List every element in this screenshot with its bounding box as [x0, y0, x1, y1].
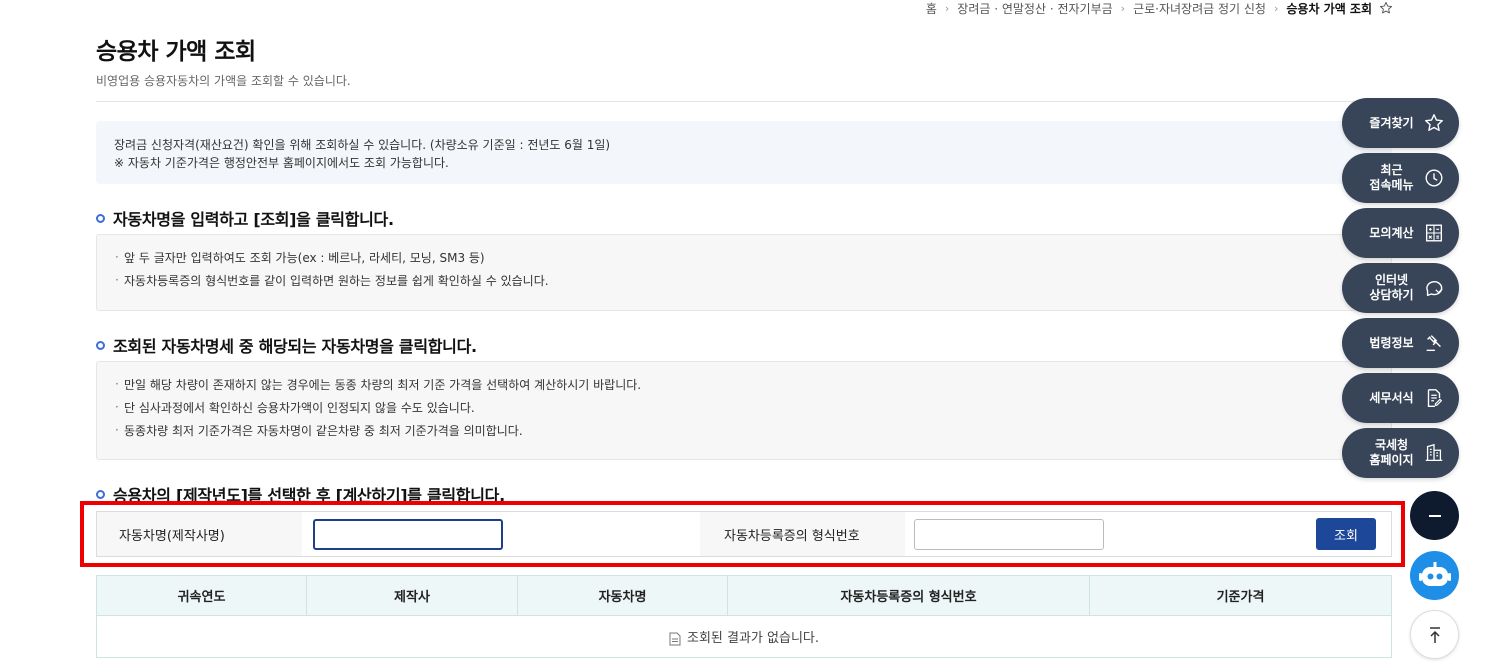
- col-maker: 제작사: [306, 575, 518, 616]
- title-area: 승용차 가액 조회 비영업용 승용자동차의 가액을 조회할 수 있습니다.: [96, 32, 1392, 102]
- quick-menu-law[interactable]: 법령정보: [1342, 318, 1459, 368]
- building-icon: [1425, 443, 1443, 461]
- chat-icon: [1426, 281, 1443, 297]
- step-3-title: 승용차의 [제작년도]를 선택한 후 [계산하기]를 클릭합니다.: [96, 482, 505, 506]
- car-name-input[interactable]: [313, 518, 503, 550]
- quick-menu-label: 법령정보: [1369, 335, 1414, 350]
- favorite-star-icon[interactable]: [1379, 1, 1393, 15]
- collapse-menu-button[interactable]: [1410, 491, 1459, 540]
- breadcrumb-regular-apply[interactable]: 근로·자녀장려금 정기 신청: [1133, 0, 1266, 17]
- col-year: 귀속연도: [96, 575, 307, 616]
- type-number-input[interactable]: [914, 518, 1104, 550]
- quick-menu-label: 모의계산: [1369, 225, 1414, 240]
- breadcrumb-current: 승용차 가액 조회: [1286, 1, 1372, 16]
- notice-line-1: 장려금 신청자격(재산요건) 확인을 위해 조회하실 수 있습니다. (차량소유…: [114, 138, 611, 152]
- step-1-info-item: 앞 두 글자만 입력하여도 조회 가능(ex : 베르나, 라세티, 모닝, S…: [115, 246, 1373, 270]
- clock-icon: [1425, 169, 1443, 187]
- quick-menu-label: 인터넷 상담하기: [1369, 273, 1414, 302]
- quick-menu-nts-home[interactable]: 국세청 홈페이지: [1342, 428, 1459, 478]
- step-1-info: 앞 두 글자만 입력하여도 조회 가능(ex : 베르나, 라세티, 모닝, S…: [96, 234, 1392, 311]
- quick-menu-tax-forms[interactable]: 세무서식: [1342, 373, 1459, 423]
- quick-menu-recent[interactable]: 최근 접속메뉴: [1342, 153, 1459, 203]
- empty-result-cell: 조회된 결과가 없습니다.: [96, 615, 1392, 658]
- col-type-number: 자동차등록증의 형식번호: [727, 575, 1090, 616]
- step-2-info-item: 만일 해당 차량이 존재하지 않는 경우에는 동종 차량의 최저 기준 가격을 …: [115, 373, 1373, 397]
- chatbot-button[interactable]: [1410, 551, 1459, 600]
- step-1-title: 자동차명을 입력하고 [조회]을 클릭합니다.: [96, 206, 394, 230]
- scroll-top-button[interactable]: [1410, 610, 1459, 659]
- document-icon: [669, 632, 681, 645]
- circle-bullet-icon: [96, 213, 105, 223]
- search-button[interactable]: 조회: [1316, 518, 1376, 550]
- notice-box: 장려금 신청자격(재산요건) 확인을 위해 조회하실 수 있습니다. (차량소유…: [96, 121, 1392, 184]
- table-header-row: 귀속연도 제작사 자동차명 자동차등록증의 형식번호 기준가격: [96, 575, 1392, 616]
- circle-bullet-icon: [96, 489, 105, 499]
- quick-menu-label: 세무서식: [1369, 390, 1414, 405]
- col-base-price: 기준가격: [1089, 575, 1392, 616]
- step-1-info-item: 자동차등록증의 형식번호를 같이 입력하면 원하는 정보를 쉽게 확인하실 수 …: [115, 269, 1373, 293]
- breadcrumb-home[interactable]: 홈: [926, 0, 937, 17]
- quick-menu-simulation[interactable]: 모의계산: [1342, 208, 1459, 258]
- quick-menu-label: 즐겨찾기: [1369, 115, 1414, 130]
- car-name-label: 자동차명(제작사명): [97, 512, 302, 556]
- quick-menu-label: 최근 접속메뉴: [1369, 163, 1414, 192]
- empty-message: 조회된 결과가 없습니다.: [687, 631, 819, 646]
- page-subtitle: 비영업용 승용자동차의 가액을 조회할 수 있습니다.: [96, 74, 351, 88]
- table-row: 조회된 결과가 없습니다.: [96, 615, 1392, 658]
- calculator-icon: [1425, 224, 1443, 242]
- robot-icon: [1418, 561, 1451, 586]
- breadcrumb-incentive[interactable]: 장려금 · 연말정산 · 전자기부금: [957, 0, 1112, 17]
- step-2-title-text: 조회된 자동차명세 중 해당되는 자동차명을 클릭합니다.: [113, 337, 477, 356]
- minus-icon: [1428, 514, 1441, 517]
- star-icon: [1425, 114, 1443, 132]
- document-edit-icon: [1427, 389, 1443, 407]
- page-title: 승용차 가액 조회: [96, 39, 256, 65]
- col-car-name: 자동차명: [517, 575, 728, 616]
- quick-menu-label: 국세청 홈페이지: [1369, 438, 1414, 467]
- result-table: 귀속연도 제작사 자동차명 자동차등록증의 형식번호 기준가격 조회된 결과가 …: [96, 575, 1392, 658]
- step-2-title: 조회된 자동차명세 중 해당되는 자동차명을 클릭합니다.: [96, 333, 477, 357]
- type-number-label: 자동차등록증의 형식번호: [700, 512, 905, 556]
- quick-menu-consult[interactable]: 인터넷 상담하기: [1342, 263, 1459, 313]
- gavel-icon: [1426, 335, 1441, 352]
- step-2-info: 만일 해당 차량이 존재하지 않는 경우에는 동종 차량의 최저 기준 가격을 …: [96, 361, 1392, 460]
- arrow-up-icon: [1429, 626, 1440, 643]
- step-3-title-text: 승용차의 [제작년도]를 선택한 후 [계산하기]를 클릭합니다.: [113, 486, 505, 505]
- notice-line-2: ※ 자동차 기준가격은 행정안전부 홈페이지에서도 조회 가능합니다.: [114, 156, 449, 170]
- quick-menu: 즐겨찾기 최근 접속메뉴 모의계산 인터넷 상담하기 법령정보 세무서식 국세청…: [1342, 98, 1459, 483]
- circle-bullet-icon: [96, 340, 105, 350]
- breadcrumb: 홈 › 장려금 · 연말정산 · 전자기부금 › 근로·자녀장려금 정기 신청 …: [926, 0, 1393, 16]
- step-1-title-text: 자동차명을 입력하고 [조회]을 클릭합니다.: [113, 210, 394, 229]
- step-2-info-item: 동종차량 최저 기준가격은 자동차명이 같은차량 중 최저 기준가격을 의미합니…: [115, 419, 1373, 443]
- quick-menu-favorites[interactable]: 즐겨찾기: [1342, 98, 1459, 148]
- chevron-right-icon: ›: [1273, 1, 1279, 15]
- chevron-right-icon: ›: [944, 1, 950, 15]
- chevron-right-icon: ›: [1120, 1, 1126, 15]
- step-2-info-item: 단 심사과정에서 확인하신 승용차가액이 인정되지 않을 수도 있습니다.: [115, 396, 1373, 420]
- search-form: 자동차명(제작사명) 자동차등록증의 형식번호 조회: [96, 511, 1392, 557]
